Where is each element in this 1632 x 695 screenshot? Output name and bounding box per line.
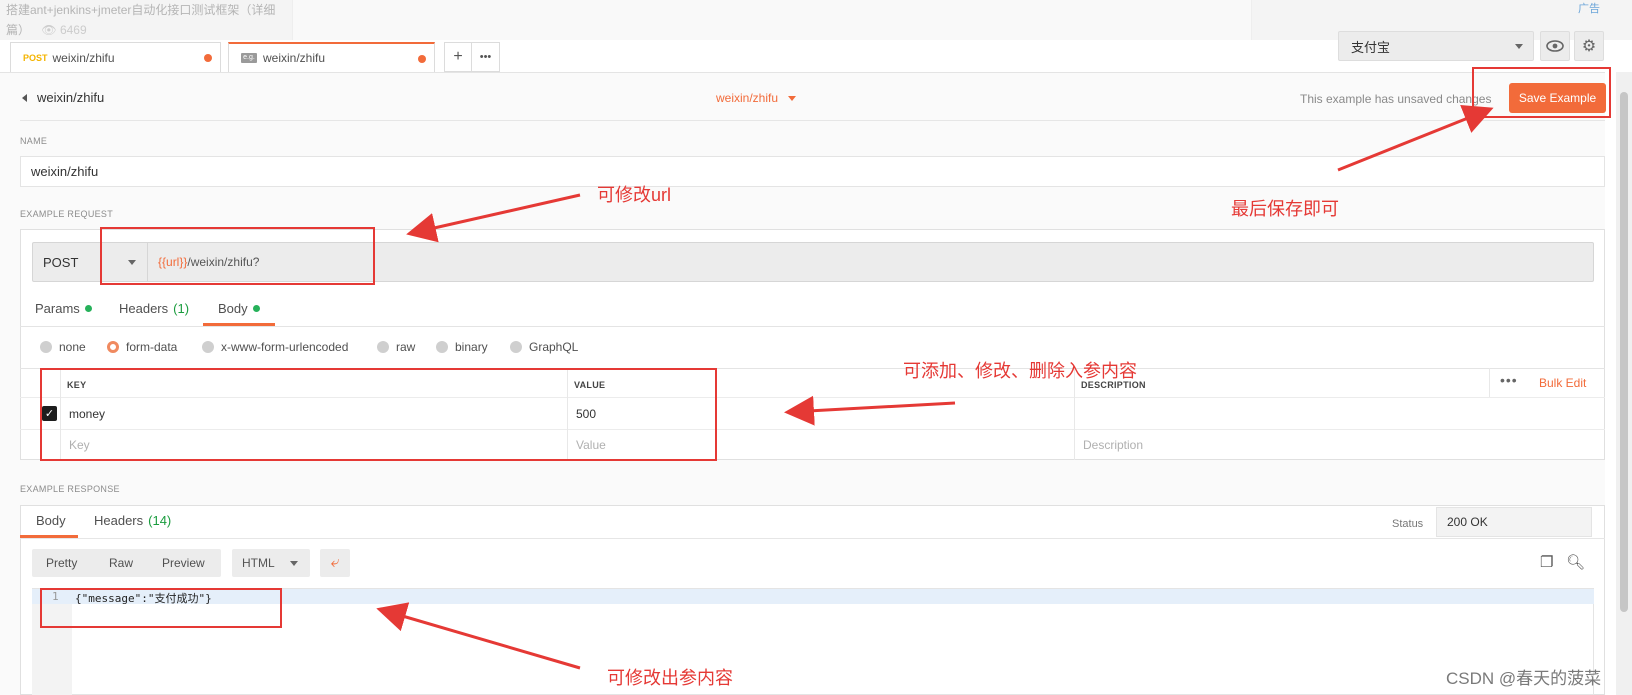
example-name-input[interactable]: weixin/zhifu xyxy=(20,156,1605,187)
search-icon[interactable]: 🔍︎ xyxy=(1566,553,1585,571)
caret-left-icon xyxy=(22,93,27,102)
radio-label: binary xyxy=(455,340,488,354)
back-to-request-link[interactable]: weixin/zhifu xyxy=(22,90,104,105)
settings-button[interactable]: ⚙ xyxy=(1574,31,1604,61)
view-raw-button[interactable]: Raw xyxy=(109,556,133,570)
tab-label: Body xyxy=(36,513,66,528)
response-section-label: EXAMPLE RESPONSE xyxy=(20,484,120,494)
back-label: weixin/zhifu xyxy=(37,90,105,105)
radio-button xyxy=(510,341,522,353)
body-mode-graphql[interactable]: GraphQL xyxy=(510,340,578,354)
chevron-down-icon xyxy=(788,95,797,101)
status-input[interactable]: 200 OK xyxy=(1436,507,1592,537)
tab-headers[interactable]: Headers (1) xyxy=(119,301,189,316)
example-icon: e.g. xyxy=(241,53,257,63)
tab-label: Body xyxy=(218,301,248,316)
table-more-button[interactable]: ••• xyxy=(1500,372,1518,388)
vertical-scrollbar[interactable] xyxy=(1616,72,1632,695)
bulk-edit-link[interactable]: Bulk Edit xyxy=(1539,376,1586,390)
body-mode-form-data[interactable]: form-data xyxy=(107,340,177,354)
tab-label: weixin/zhifu xyxy=(263,51,326,65)
tab-count: (1) xyxy=(173,301,190,316)
radio-label: none xyxy=(59,340,86,354)
name-section-label: NAME xyxy=(20,136,48,146)
body-mode-raw[interactable]: raw xyxy=(377,340,415,354)
radio-button xyxy=(377,341,389,353)
annotation-url: 可修改url xyxy=(597,185,672,205)
annotation-response: 可修改出参内容 xyxy=(607,668,733,688)
radio-button xyxy=(436,341,448,353)
divider xyxy=(20,120,1605,121)
body-mode-urlencoded[interactable]: x-www-form-urlencoded xyxy=(202,340,348,354)
tab-response-headers[interactable]: Headers (14) xyxy=(94,513,171,528)
tab-label: weixin/zhifu xyxy=(52,50,115,65)
wrap-icon: ⤶ xyxy=(330,554,340,571)
tab-more-button[interactable]: ••• xyxy=(471,42,500,72)
radio-label: GraphQL xyxy=(529,340,579,354)
wrap-lines-button[interactable]: ⤶ xyxy=(320,549,350,577)
chevron-down-icon xyxy=(1515,44,1523,49)
request-section-label: EXAMPLE REQUEST xyxy=(20,209,114,219)
background-article-title: 搭建ant+jenkins+jmeter自动化接口测试框架（详细篇） 👁 646… xyxy=(6,3,276,37)
background-content-panel xyxy=(292,0,1252,40)
copy-icon[interactable]: ❐ xyxy=(1540,553,1553,571)
unsaved-dot xyxy=(418,55,426,63)
body-mode-none[interactable]: none xyxy=(40,340,86,354)
gear-icon: ⚙ xyxy=(1581,38,1597,55)
tab-example[interactable]: e.g. weixin/zhifu xyxy=(228,42,435,72)
radio-button xyxy=(202,341,214,353)
request-name-dropdown[interactable]: weixin/zhifu xyxy=(716,91,797,105)
body-mode-binary[interactable]: binary xyxy=(436,340,488,354)
divider xyxy=(20,538,1605,539)
status-label: Status xyxy=(1392,518,1424,530)
tab-response-body[interactable]: Body xyxy=(36,513,66,528)
annotation-box-url xyxy=(100,227,375,285)
annotation-box-params xyxy=(40,368,717,461)
status-dot xyxy=(84,305,92,312)
environment-quick-look-button[interactable] xyxy=(1540,31,1570,61)
unsaved-changes-text: This example has unsaved changes xyxy=(1300,92,1492,106)
tab-label: Params xyxy=(35,301,80,316)
language-value: HTML xyxy=(242,556,275,570)
tab-label: Headers xyxy=(94,513,144,528)
scrollbar-thumb[interactable] xyxy=(1620,92,1628,612)
background-ad-label: 广告 xyxy=(1578,3,1600,15)
new-tab-button[interactable]: + xyxy=(444,42,472,72)
view-preview-button[interactable]: Preview xyxy=(162,556,205,570)
annotation-box-save xyxy=(1472,67,1611,118)
annotation-box-response xyxy=(40,588,282,628)
tab-params[interactable]: Params xyxy=(35,301,92,316)
request-name: weixin/zhifu xyxy=(716,91,779,105)
chevron-down-icon xyxy=(290,561,298,566)
status-dot xyxy=(252,305,260,312)
unsaved-dot xyxy=(204,54,212,62)
eye-icon xyxy=(1546,40,1564,52)
view-pretty-button[interactable]: Pretty xyxy=(46,556,77,570)
tab-label: Headers xyxy=(119,301,169,316)
radio-button-selected xyxy=(107,341,119,353)
radio-label: x-www-form-urlencoded xyxy=(221,340,349,354)
radio-label: form-data xyxy=(126,340,178,354)
tab-request[interactable]: POST weixin/zhifu xyxy=(10,42,221,72)
description-placeholder[interactable]: Description xyxy=(1083,438,1143,452)
tab-method: POST xyxy=(23,52,48,63)
annotation-params: 可添加、修改、删除入参内容 xyxy=(903,361,1137,381)
annotation-save: 最后保存即可 xyxy=(1231,199,1339,219)
column-divider xyxy=(1489,368,1490,397)
method-select[interactable]: POST xyxy=(43,243,78,281)
tab-body[interactable]: Body xyxy=(218,301,260,316)
active-tab-indicator xyxy=(203,323,275,326)
radio-button xyxy=(40,341,52,353)
watermark: CSDN @春天的菠菜 xyxy=(1446,669,1602,688)
environment-value: 支付宝 xyxy=(1351,39,1391,55)
tab-count: (14) xyxy=(148,513,172,528)
language-select[interactable]: HTML xyxy=(232,549,310,577)
environment-select[interactable]: 支付宝 xyxy=(1338,31,1534,61)
radio-label: raw xyxy=(396,340,416,354)
